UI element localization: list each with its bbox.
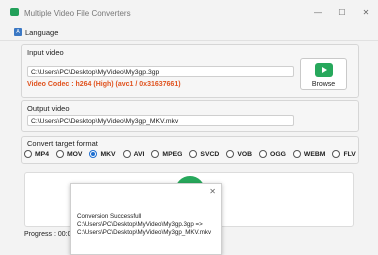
- radio-vob[interactable]: VOB: [226, 150, 252, 158]
- radio-circle[interactable]: [332, 150, 341, 158]
- close-button[interactable]: ✕: [360, 9, 372, 17]
- input-video-label: Input video: [27, 48, 64, 57]
- radio-mkv[interactable]: MKV: [89, 150, 116, 158]
- radio-circle[interactable]: [55, 150, 64, 158]
- radio-circle[interactable]: [122, 150, 131, 158]
- radio-webm[interactable]: WEBM: [292, 150, 325, 158]
- title-bar: Multiple Video File Converters — ☐ ✕: [0, 0, 378, 22]
- radio-mp4[interactable]: MP4: [24, 150, 49, 158]
- dialog-close-icon[interactable]: ✕: [209, 187, 216, 196]
- radio-mpeg[interactable]: MPEG: [151, 150, 182, 158]
- browse-button[interactable]: Browse: [300, 58, 347, 90]
- input-path-field[interactable]: C:\Users\PC\Desktop\MyVideo\My3gp.3gp: [27, 66, 294, 77]
- minimize-button[interactable]: —: [312, 9, 324, 17]
- output-video-label: Output video: [27, 104, 70, 113]
- menu-divider: [0, 40, 378, 41]
- window-title: Multiple Video File Converters: [24, 9, 131, 18]
- language-label: Language: [25, 27, 59, 37]
- output-path-field[interactable]: C:\Users\PC\Desktop\MyVideo\My3gp_MKV.mk…: [27, 115, 294, 126]
- radio-circle[interactable]: [292, 150, 301, 158]
- video-codec-text: Video Codec : h264 (High) (avc1 / 0x3163…: [27, 81, 181, 88]
- radio-circle-checked[interactable]: [89, 150, 98, 158]
- radio-circle[interactable]: [151, 150, 160, 158]
- radio-mov[interactable]: MOV: [55, 150, 82, 158]
- language-icon: A: [14, 28, 22, 36]
- radio-circle[interactable]: [24, 150, 32, 158]
- app-icon: [10, 8, 19, 16]
- radio-flv[interactable]: FLV: [332, 150, 356, 158]
- dialog-target-path: C:\Users\PC\Desktop\MyVideo\My3gp_MKV.mk…: [77, 229, 212, 236]
- dialog-message: Conversion Successfull: [77, 213, 142, 220]
- format-radio-group: MP4 MOV MKV AVI MPEG SVCD VOB OGG WEBM F…: [24, 150, 363, 158]
- radio-svcd[interactable]: SVCD: [189, 150, 219, 158]
- play-icon: [315, 63, 333, 77]
- dialog-source-path: C:\Users\PC\Desktop\MyVideo\My3gp.3gp =>: [77, 221, 203, 228]
- radio-circle[interactable]: [259, 150, 268, 158]
- browse-label: Browse: [311, 81, 336, 88]
- radio-circle[interactable]: [189, 150, 198, 158]
- radio-circle[interactable]: [226, 150, 235, 158]
- format-label: Convert target format: [27, 139, 98, 148]
- radio-ogg[interactable]: OGG: [259, 150, 286, 158]
- progress-label: Progress : 00:03: [24, 231, 76, 238]
- maximize-button[interactable]: ☐: [336, 9, 348, 17]
- conversion-dialog: ✕ Conversion Successfull C:\Users\PC\Des…: [70, 183, 222, 255]
- radio-avi[interactable]: AVI: [122, 150, 144, 158]
- menu-language[interactable]: A Language: [14, 26, 58, 38]
